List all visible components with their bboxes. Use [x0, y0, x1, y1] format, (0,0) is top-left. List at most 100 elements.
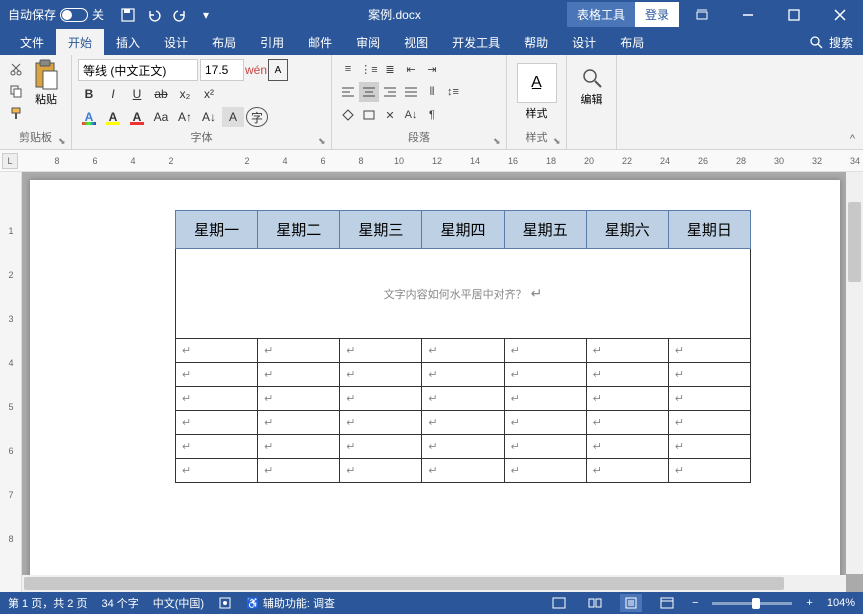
ribbon-options-button[interactable] [679, 0, 725, 29]
bullets-button[interactable]: ≡ [338, 59, 358, 79]
phonetic-guide-button[interactable]: wén [246, 59, 266, 81]
table-cell[interactable]: ↵ [176, 363, 258, 387]
zoom-in-button[interactable]: + [806, 597, 812, 609]
table-cell[interactable]: ↵ [340, 435, 422, 459]
table-cell[interactable]: ↵ [176, 459, 258, 483]
table-cell[interactable]: ↵ [340, 411, 422, 435]
clipboard-launcher-icon[interactable]: ⬊ [58, 136, 68, 146]
table-cell[interactable]: ↵ [668, 435, 750, 459]
minimize-button[interactable] [725, 0, 771, 29]
table-cell[interactable]: ↵ [422, 339, 504, 363]
table-row[interactable]: ↵↵↵↵↵↵↵ [176, 459, 751, 483]
paste-button[interactable]: 粘贴 [28, 59, 64, 107]
tab-insert[interactable]: 插入 [104, 29, 152, 56]
table-cell[interactable]: ↵ [586, 363, 668, 387]
editing-button[interactable] [581, 67, 603, 89]
multilevel-button[interactable]: ≣ [380, 59, 400, 79]
hscroll-thumb[interactable] [24, 577, 784, 590]
styles-launcher-icon[interactable]: ⬊ [553, 136, 563, 146]
page-indicator[interactable]: 第 1 页，共 2 页 [8, 595, 87, 611]
table-cell[interactable]: ↵ [504, 339, 586, 363]
tab-help[interactable]: 帮助 [512, 29, 560, 56]
change-case-button[interactable]: Aa [150, 107, 172, 127]
styles-button[interactable]: A̲ [517, 63, 557, 103]
copy-button[interactable] [6, 81, 26, 101]
char-border-button[interactable]: A [268, 59, 288, 81]
tab-view[interactable]: 视图 [392, 29, 440, 56]
print-layout-button[interactable] [620, 594, 642, 612]
subscript-button[interactable]: x₂ [174, 84, 196, 104]
shrink-font-button[interactable]: A↓ [198, 107, 220, 127]
table-cell[interactable]: ↵ [340, 387, 422, 411]
table-header-cell[interactable]: 星期一 [176, 211, 258, 249]
search-icon[interactable] [809, 35, 823, 49]
table-cell[interactable]: ↵ [586, 339, 668, 363]
italic-button[interactable]: I [102, 84, 124, 104]
tab-file[interactable]: 文件 [8, 29, 56, 56]
table-cell[interactable]: ↵ [176, 411, 258, 435]
zoom-out-button[interactable]: − [692, 597, 698, 609]
accessibility-indicator[interactable]: ♿ 辅助功能: 调查 [246, 595, 335, 611]
page[interactable]: 星期一星期二星期三星期四星期五星期六星期日 文字内容如何水平居中对齐？ ↵↵↵↵… [30, 180, 840, 580]
autosave-toggle[interactable]: 自动保存 关 [0, 6, 112, 23]
table-cell[interactable]: ↵ [586, 459, 668, 483]
table-header-cell[interactable]: 星期三 [340, 211, 422, 249]
tab-table-design[interactable]: 设计 [560, 29, 608, 56]
table-cell[interactable]: ↵ [340, 363, 422, 387]
increase-indent-button[interactable]: ⇥ [422, 59, 442, 79]
table-cell[interactable]: ↵ [422, 435, 504, 459]
table-cell[interactable]: ↵ [176, 339, 258, 363]
table-cell[interactable]: ↵ [668, 459, 750, 483]
align-center-button[interactable] [359, 82, 379, 102]
align-right-button[interactable] [380, 82, 400, 102]
table-row[interactable]: ↵↵↵↵↵↵↵ [176, 363, 751, 387]
read-mode-button[interactable] [584, 594, 606, 612]
font-size-select[interactable] [200, 59, 244, 81]
tab-home[interactable]: 开始 [56, 29, 104, 56]
tab-review[interactable]: 审阅 [344, 29, 392, 56]
horizontal-ruler[interactable]: L 86422468101214161820222426283032343638… [0, 150, 863, 172]
paragraph-launcher-icon[interactable]: ⬊ [493, 136, 503, 146]
line-spacing-button[interactable]: ↕≡ [443, 82, 463, 102]
word-count[interactable]: 34 个字 [101, 595, 138, 611]
table-cell[interactable]: ↵ [176, 387, 258, 411]
macro-indicator[interactable] [218, 596, 232, 610]
table-row[interactable]: ↵↵↵↵↵↵↵ [176, 435, 751, 459]
text-effect-button[interactable]: A [78, 107, 100, 127]
table-cell[interactable]: ↵ [504, 411, 586, 435]
table-cell[interactable]: ↵ [258, 363, 340, 387]
table-cell[interactable]: ↵ [586, 435, 668, 459]
undo-icon[interactable] [146, 7, 162, 23]
numbering-button[interactable]: ⋮≡ [359, 59, 379, 79]
table-cell[interactable]: ↵ [258, 387, 340, 411]
table-cell[interactable]: ↵ [422, 411, 504, 435]
tab-layout[interactable]: 布局 [200, 29, 248, 56]
web-layout-button[interactable] [656, 594, 678, 612]
table-header-cell[interactable]: 星期六 [586, 211, 668, 249]
table-cell[interactable]: ↵ [504, 363, 586, 387]
redo-icon[interactable] [172, 7, 188, 23]
font-launcher-icon[interactable]: ⬊ [318, 136, 328, 146]
zoom-level[interactable]: 104% [827, 597, 855, 609]
tab-references[interactable]: 引用 [248, 29, 296, 56]
font-name-select[interactable] [78, 59, 198, 81]
tab-table-layout[interactable]: 布局 [608, 29, 656, 56]
table-cell[interactable]: ↵ [258, 339, 340, 363]
align-left-button[interactable] [338, 82, 358, 102]
table-cell[interactable]: ↵ [258, 411, 340, 435]
distribute-button[interactable]: ⫴ [422, 82, 442, 102]
show-marks-button[interactable]: ¶ [422, 105, 442, 125]
table-cell[interactable]: ↵ [668, 387, 750, 411]
asian-layout-button[interactable]: ✕ [380, 105, 400, 125]
cut-button[interactable] [6, 59, 26, 79]
char-shading-button[interactable]: A [222, 107, 244, 127]
table-cell[interactable]: ↵ [258, 459, 340, 483]
format-painter-button[interactable] [6, 103, 26, 123]
language-indicator[interactable]: 中文(中国) [153, 595, 204, 611]
table-cell[interactable]: ↵ [258, 435, 340, 459]
table-cell[interactable]: ↵ [176, 435, 258, 459]
search-label[interactable]: 搜索 [829, 34, 853, 51]
table-row[interactable]: ↵↵↵↵↵↵↵ [176, 411, 751, 435]
table-cell[interactable]: ↵ [340, 459, 422, 483]
table-cell[interactable]: ↵ [668, 339, 750, 363]
